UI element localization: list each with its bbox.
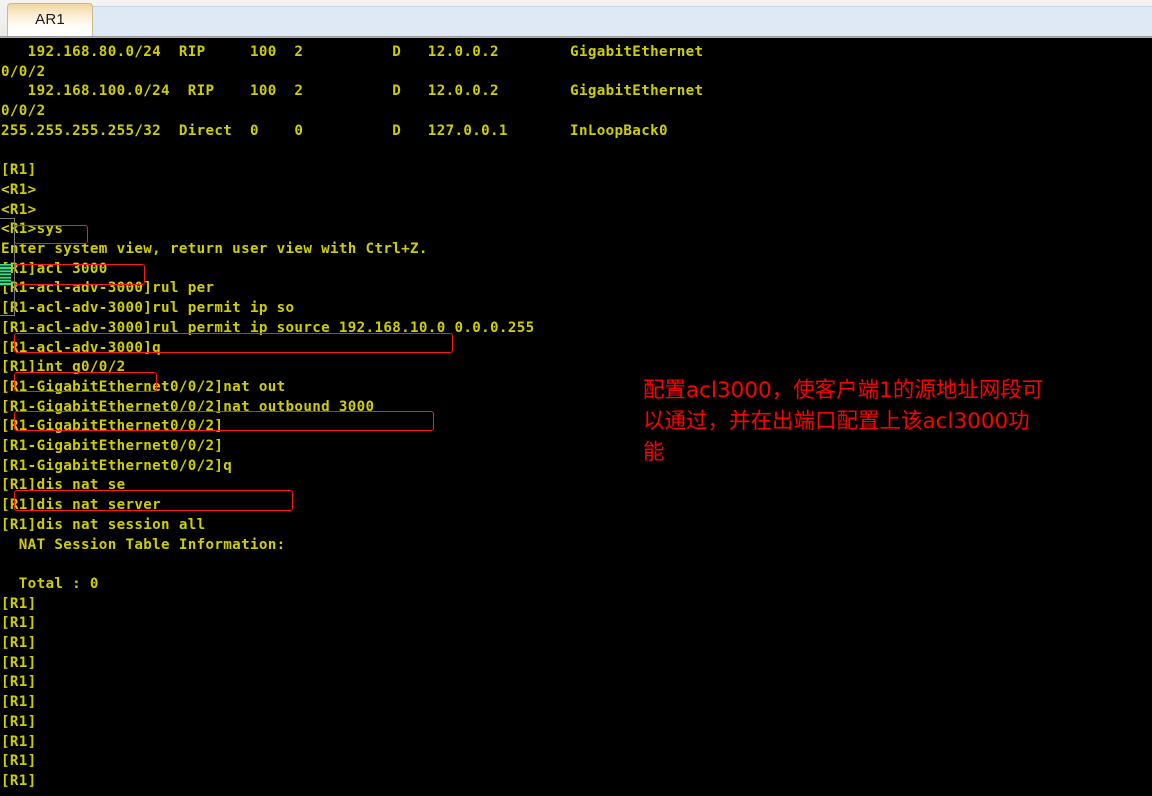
- tab-ar1-label: AR1: [35, 10, 65, 28]
- selection-guide-top-tick: [0, 218, 15, 219]
- terminal-line: [R1]int g0/0/2: [1, 359, 126, 376]
- terminal-line: [R1]: [1, 615, 37, 632]
- terminal-line: Total : 0: [1, 575, 99, 592]
- terminal-line: [R1]dis nat server: [1, 497, 162, 514]
- terminal-line: [R1-GigabitEthernet0/0/2]nat outbound 30…: [1, 398, 375, 415]
- terminal-line: 192.168.100.0/24 RIP 100 2 D 12.0.0.2 Gi…: [1, 83, 704, 100]
- terminal-line: [R1]: [1, 753, 37, 770]
- terminal-line: NAT Session Table Information:: [1, 536, 286, 553]
- terminal-line: [R1]: [1, 162, 37, 179]
- terminal-line: 0/0/2: [1, 63, 46, 80]
- terminal-line: Enter system view, return user view with…: [1, 241, 428, 257]
- ensp-console-window: AR1 192.168.80.0/24 RIP 100 2 D 12.0.0.2…: [0, 0, 1152, 796]
- terminal-line: [R1]dis nat se: [1, 477, 126, 494]
- terminal-line: [R1-acl-adv-3000]q: [1, 339, 162, 356]
- selection-guide-line: [14, 218, 15, 316]
- drag-handle-icon[interactable]: [0, 264, 11, 286]
- tab-ar1[interactable]: AR1: [7, 3, 93, 36]
- terminal-line: [R1-GigabitEthernet0/0/2]: [1, 418, 224, 435]
- terminal-line: [R1]: [1, 674, 37, 691]
- terminal-line: 192.168.80.0/24 RIP 100 2 D 12.0.0.2 Gig…: [1, 44, 704, 60]
- terminal-line: [R1]dis nat session all: [1, 516, 206, 533]
- terminal-line: <R1>: [1, 181, 37, 198]
- terminal-line: 255.255.255.255/32 Direct 0 0 D 127.0.0.…: [1, 122, 668, 139]
- terminal-line: [R1-acl-adv-3000]rul permit ip so: [1, 300, 295, 317]
- terminal-line: [R1]acl 3000: [1, 260, 108, 277]
- terminal-output-area[interactable]: 192.168.80.0/24 RIP 100 2 D 12.0.0.2 Gig…: [0, 38, 1152, 796]
- terminal-line: [R1]: [1, 772, 37, 789]
- terminal-line: [R1]: [1, 694, 37, 711]
- terminal-line: [R1]: [1, 654, 37, 671]
- terminal-line: 0/0/2: [1, 103, 46, 120]
- annotation-note: 配置acl3000，使客户端1的源地址网段可以通过，并在出端口配置上该acl30…: [643, 378, 1044, 465]
- terminal-line: <R1>sys: [1, 221, 64, 238]
- terminal-line: [R1-acl-adv-3000]rul per: [1, 280, 215, 297]
- terminal-line: [R1]: [1, 733, 37, 750]
- selection-guide-bottom-tick: [0, 315, 15, 316]
- terminal-line: [R1]: [1, 595, 37, 612]
- tab-strip: AR1: [0, 0, 1152, 38]
- terminal-line: [R1]: [1, 713, 37, 730]
- terminal-line: [R1-GigabitEthernet0/0/2]nat out: [1, 378, 286, 395]
- terminal-line: [R1-acl-adv-3000]rul permit ip source 19…: [1, 319, 535, 336]
- terminal-line: [R1-GigabitEthernet0/0/2]q: [1, 457, 233, 474]
- terminal-line: [R1]: [1, 635, 37, 651]
- terminal-line: [R1-GigabitEthernet0/0/2]: [1, 438, 224, 454]
- tab-strip-empty-area: [92, 6, 1152, 36]
- terminal-line: <R1>: [1, 201, 37, 218]
